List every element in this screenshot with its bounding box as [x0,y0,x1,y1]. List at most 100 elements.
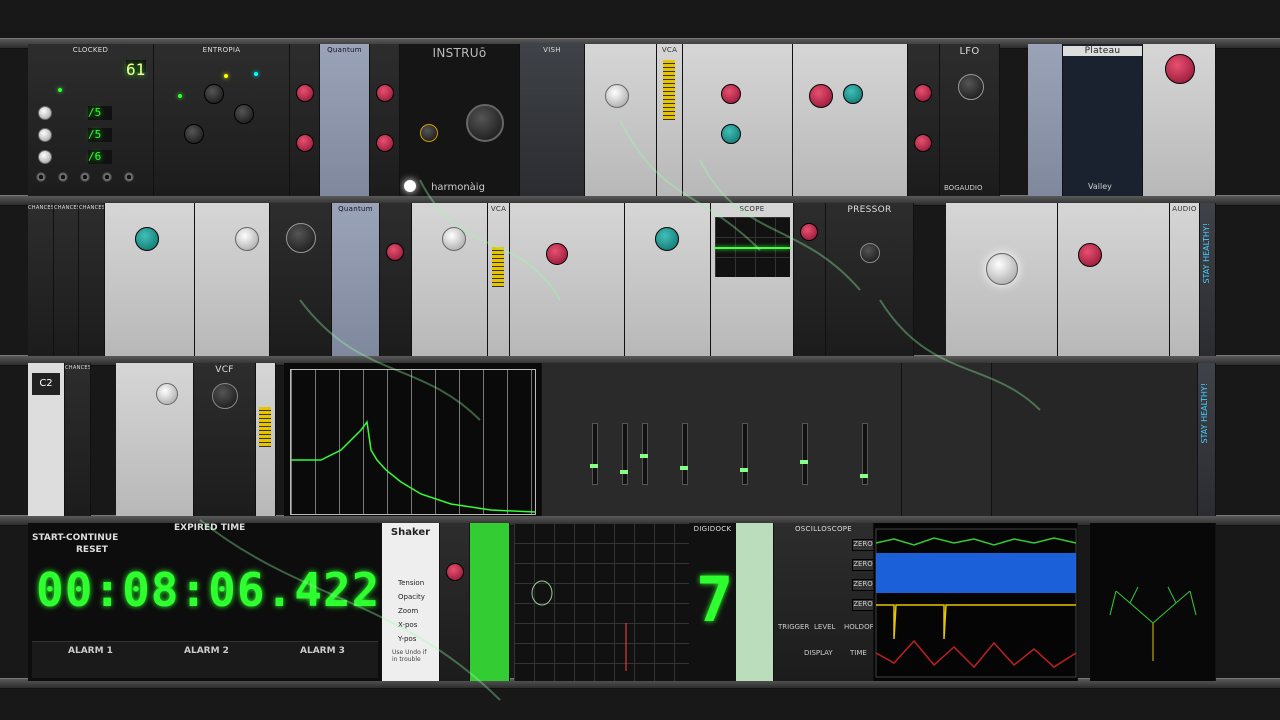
shaker-module[interactable]: Shaker Tension Opacity Zoom X-pos Y-pos … [382,523,440,681]
oscillator-module[interactable] [105,203,195,356]
alarm-2-label[interactable]: ALARM 2 [184,646,229,656]
knob[interactable] [809,84,833,108]
alarm-1-label[interactable]: ALARM 1 [68,646,113,656]
attenuverter-module[interactable] [794,203,826,356]
knob[interactable] [721,84,741,104]
envelope-module[interactable] [1058,203,1170,356]
mixer-fader[interactable] [640,423,648,485]
knob[interactable] [235,227,259,251]
timer-module[interactable]: START-CONTINUE RESET EXPIRED TIME 00:08:… [28,523,382,681]
vca-module[interactable]: VCA [657,44,683,196]
attenuverter-module[interactable] [380,203,412,356]
bogaudio-module[interactable] [270,203,332,356]
quantum-module[interactable]: Quantum [332,203,380,356]
matrix-mixer-module[interactable] [992,363,1198,516]
knob[interactable] [860,243,880,263]
attenuverter-module[interactable] [370,44,400,196]
ratio-knob[interactable] [38,106,52,120]
oscillator-module[interactable] [625,203,711,356]
vcf-module[interactable]: VCF [194,363,256,516]
alarm-3-label[interactable]: ALARM 3 [300,646,345,656]
knob[interactable] [204,84,224,104]
jack[interactable] [36,172,46,182]
quantum-module[interactable]: Quantum [320,44,370,196]
vca-module[interactable]: VCA [488,203,510,356]
oscillator-module[interactable] [195,203,270,356]
chances-module[interactable]: CHANCES [79,203,105,356]
mixer-master-module[interactable] [902,363,992,516]
ratio-knob[interactable] [38,150,52,164]
xy-scope[interactable] [514,523,690,681]
knob[interactable] [843,84,863,104]
knob[interactable] [286,223,316,253]
main-knob[interactable] [1165,54,1195,84]
jack[interactable] [80,172,90,182]
tuner-module[interactable]: C2 [28,363,65,516]
jack[interactable] [124,172,134,182]
knob[interactable] [605,84,629,108]
knob[interactable] [914,134,932,152]
zero-button[interactable]: ZERO [852,579,873,591]
knob[interactable] [442,227,466,251]
mixer-fader[interactable] [620,423,628,485]
knob[interactable] [420,124,438,142]
knob[interactable] [800,223,818,241]
scope-module[interactable]: SCOPE [711,203,794,356]
oscilloscope-display[interactable] [874,523,1078,681]
frequency-knob[interactable] [958,74,984,100]
knob[interactable] [135,227,159,251]
instruo-module[interactable]: INSTRUō harmonàig [400,44,520,196]
mixer-fader[interactable] [680,423,688,485]
filter-module[interactable] [946,203,1058,356]
vca-meter-module[interactable] [256,363,276,516]
envelope-module[interactable] [793,44,908,196]
spectrum-analyzer[interactable] [284,363,542,516]
plateau-module[interactable]: Plateau Valley [1063,44,1143,196]
sequencer-module[interactable] [1143,44,1216,196]
filter-module[interactable] [510,203,625,356]
mixer-fader[interactable] [590,423,598,485]
zero-button[interactable]: ZERO [852,599,873,611]
chances-module[interactable]: CHANCES [65,363,91,516]
gates-module[interactable] [1028,44,1063,196]
main-knob[interactable] [986,253,1018,285]
mixer-fader[interactable] [860,423,868,485]
fractal-display[interactable] [1090,523,1216,681]
knob[interactable] [156,383,178,405]
chances-module[interactable]: CHANCES [54,203,79,356]
oscillator-module[interactable] [412,203,488,356]
digit-module[interactable]: DIGIDOCK 7 [690,523,736,681]
vish-module[interactable]: VISH [520,44,585,196]
knob[interactable] [655,227,679,251]
mixer-fader[interactable] [800,423,808,485]
knob[interactable] [386,243,404,261]
audio-module[interactable]: AUDIO [1170,203,1200,356]
knob[interactable] [184,124,204,144]
mixer-fader[interactable] [740,423,748,485]
knob[interactable] [546,243,568,265]
knob[interactable] [234,104,254,124]
knob[interactable] [1078,243,1102,267]
knob[interactable] [296,134,314,152]
knob[interactable] [296,84,314,102]
knob[interactable] [721,124,741,144]
lfo-module[interactable]: LFO BOGAUDIO [940,44,1000,196]
entropia-module[interactable]: ENTROPIA [154,44,290,196]
oscilloscope-controls[interactable]: OSCILLOSCOPE ZERO ZERO ZERO ZERO TRIGGER… [774,523,874,681]
zero-button[interactable]: ZERO [852,539,873,551]
pressor-module[interactable]: PRESSOR [826,203,914,356]
knob[interactable] [376,84,394,102]
knob[interactable] [914,84,932,102]
knob[interactable] [446,563,464,581]
chances-module[interactable]: CHANCES [28,203,54,356]
oscillator-module[interactable] [116,363,194,516]
filter-module[interactable] [683,44,793,196]
mixer-module[interactable] [542,363,902,516]
oscillator-module[interactable] [585,44,657,196]
main-knob[interactable] [466,104,504,142]
attenuverter-module[interactable] [440,523,470,681]
clocked-module[interactable]: CLOCKED 61 /5 /5 /6 [28,44,154,196]
jack[interactable] [102,172,112,182]
knob[interactable] [376,134,394,152]
attenuverter-module[interactable] [290,44,320,196]
